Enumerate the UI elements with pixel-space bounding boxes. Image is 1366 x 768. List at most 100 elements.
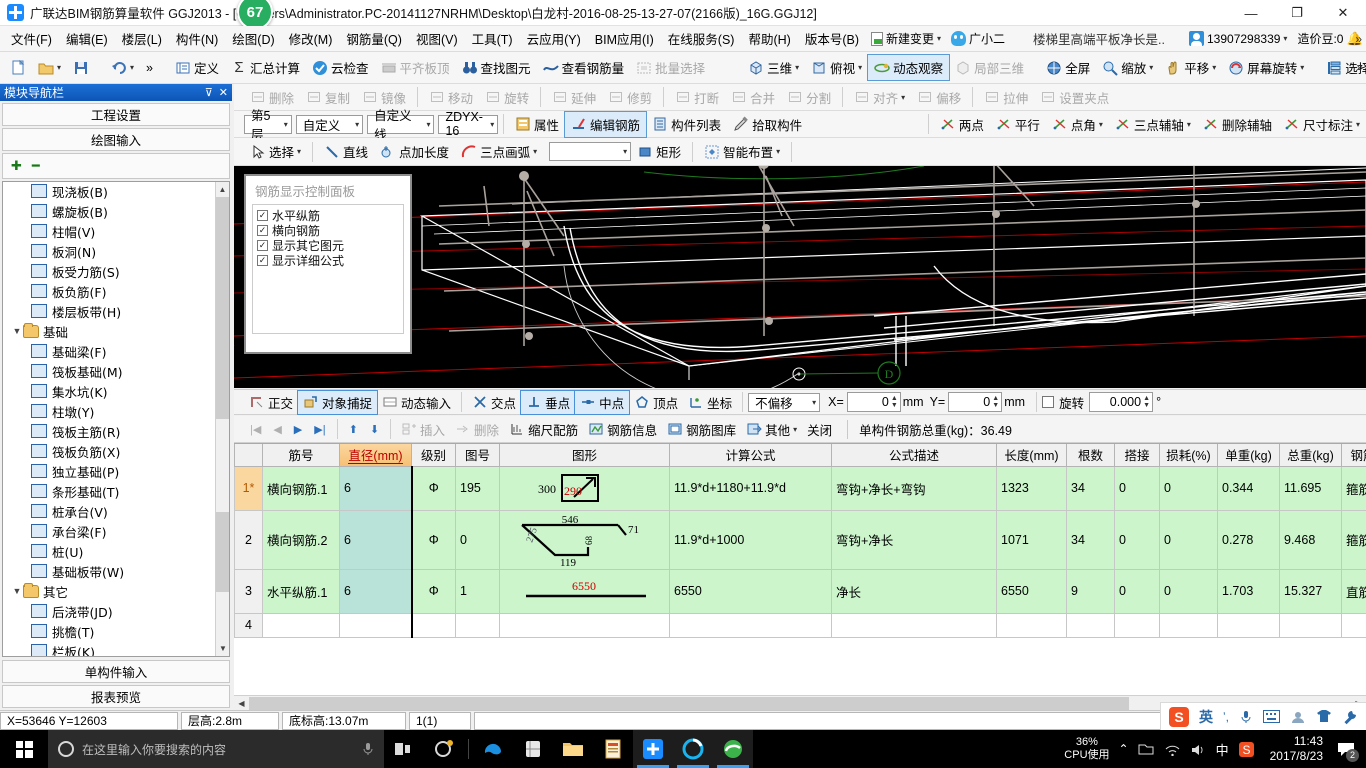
checkbox-icon[interactable]: ✓ <box>257 225 268 236</box>
dynamic-input-toggle[interactable]: 动态输入 <box>377 391 456 414</box>
spinner-up-icon[interactable]: ▲ <box>891 395 898 402</box>
dynamic-orbit-button[interactable]: 动态观察 <box>867 54 951 81</box>
menu-tools[interactable]: 工具(T) <box>465 25 520 52</box>
cell-rebar-name[interactable]: 水平纵筋.1 <box>262 568 340 614</box>
fullscreen-button[interactable]: 全屏 <box>1040 55 1096 80</box>
pan-button[interactable]: 平移 ▾ <box>1159 55 1222 80</box>
menu-floor[interactable]: 楼层(L) <box>115 25 169 52</box>
define-button[interactable]: 定义 <box>169 55 225 80</box>
tree-item[interactable]: 承台梁(F) <box>3 521 215 541</box>
column-header-2[interactable]: 直径(mm) <box>339 444 412 467</box>
cell-unit-weight[interactable]: 0.278 <box>1217 509 1280 570</box>
cell-lap[interactable]: 0 <box>1114 568 1160 614</box>
menu-modify[interactable]: 修改(M) <box>282 25 340 52</box>
sogou-tray-icon[interactable]: S <box>1238 741 1255 758</box>
cell-formula[interactable]: 6550 <box>669 568 832 614</box>
spinner-up-icon[interactable]: ▲ <box>1143 395 1150 402</box>
snap-perpendicular-toggle[interactable]: 垂点 <box>520 389 577 415</box>
edit-rebar-button[interactable]: 编辑钢筋 <box>564 110 648 138</box>
cell-formula[interactable] <box>669 612 832 638</box>
last-record-button[interactable]: ▶| <box>308 421 331 438</box>
start-button[interactable] <box>0 730 48 768</box>
cell-loss[interactable]: 0 <box>1159 509 1218 570</box>
open-file-button[interactable]: ▾ <box>32 57 67 79</box>
keyboard-icon[interactable] <box>1263 710 1280 723</box>
column-header-10[interactable]: 搭接 <box>1114 444 1160 467</box>
cell-unit-weight[interactable] <box>1217 612 1280 638</box>
pin-icon[interactable]: ⊽ <box>205 86 213 99</box>
cell-count[interactable]: 34 <box>1066 465 1115 511</box>
3d-viewport[interactable]: D 钢筋显示控制面板 ✓ 水平纵筋 ✓ 横向钢筋 ✓ 显示其它图元 ✓ 显示详细公式 <box>234 166 1366 388</box>
tree-item[interactable]: 板受力筋(S) <box>3 261 215 281</box>
offset-mode-combo[interactable]: 不偏移 ▾ <box>748 392 821 412</box>
promo-banner[interactable]: 楼梯里高端平板净长是.. <box>1024 27 1174 50</box>
ie-app-icon[interactable] <box>713 730 753 768</box>
menu-member[interactable]: 构件(N) <box>169 25 225 52</box>
checkbox-icon[interactable]: ✓ <box>257 255 268 266</box>
cell-loss[interactable] <box>1159 612 1218 638</box>
spinner-down-icon[interactable]: ▼ <box>992 402 999 409</box>
offset-button[interactable]: 偏移 <box>911 85 967 110</box>
cell-unit-weight[interactable]: 0.344 <box>1217 465 1280 511</box>
rebar-table-container[interactable]: 筋号 直径(mm) 级别 图号 图形 计算公式 公式描述 长度(mm) 根数 搭接 损耗(%) 单重(… <box>234 443 1366 710</box>
copy-button[interactable]: 复制 <box>300 85 356 110</box>
cell-count[interactable] <box>1066 612 1115 638</box>
move-up-button[interactable]: ⬆ <box>343 421 364 438</box>
scrollbar-thumb[interactable] <box>249 696 1129 710</box>
cell-diameter[interactable]: 6 <box>339 509 413 570</box>
tree-item[interactable]: 基础梁(F) <box>3 341 215 361</box>
tree-item[interactable]: 条形基础(T) <box>3 481 215 501</box>
menu-draw[interactable]: 绘图(D) <box>225 25 281 52</box>
find-element-button[interactable]: 查找图元 <box>456 55 537 80</box>
batch-select-button[interactable]: 批量选择 <box>630 55 711 80</box>
close-button[interactable]: ✕ <box>1320 0 1366 26</box>
cell-category[interactable]: 箍筋 <box>1341 509 1366 570</box>
cell-total-weight[interactable]: 15.327 <box>1279 568 1342 614</box>
menu-overflow-button[interactable]: » <box>1355 32 1362 46</box>
toolbar-grip[interactable] <box>236 421 244 437</box>
toolbar-grip[interactable] <box>238 89 244 105</box>
tray-expand-icon[interactable]: ⌃ <box>1119 742 1129 756</box>
sogou-icon[interactable]: S <box>1169 706 1189 727</box>
tree-item[interactable]: 筏板主筋(R) <box>3 421 215 441</box>
view-rebar-qty-button[interactable]: 查看钢筋量 <box>537 55 631 80</box>
chevron-down-icon[interactable]: ▼ <box>11 326 23 336</box>
snap-intersection-toggle[interactable]: 交点 <box>467 391 521 414</box>
pdf-app-icon[interactable] <box>593 730 633 768</box>
pick-member-button[interactable]: 拾取构件 <box>727 112 808 137</box>
scrollbar-thumb[interactable] <box>216 197 229 419</box>
taskview-icon[interactable] <box>384 730 424 768</box>
properties-button[interactable]: 属性 <box>509 112 565 137</box>
tree-item[interactable]: 板洞(N) <box>3 241 215 261</box>
cell-figure-no[interactable]: 0 <box>455 509 500 570</box>
member-selector[interactable]: ZDYX-16 ▾ <box>438 110 499 138</box>
table-row[interactable]: 2 横向钢筋.2 6 Φ 0 546 71 275 68 119 11.9*d+1000 弯钩+净长 1… <box>234 509 1366 570</box>
tree-scrollbar[interactable]: ▲ ▼ <box>215 182 229 656</box>
snap-vertex-toggle[interactable]: 顶点 <box>629 391 683 414</box>
component-tree[interactable]: 现浇板(B) 螺旋板(B) 柱帽(V) 板洞(N) 板受力筋(S) 板负筋(F) 楼层板带(… <box>2 181 230 657</box>
cell-grade[interactable]: Φ <box>411 509 456 570</box>
spinner-up-icon[interactable]: ▲ <box>992 395 999 402</box>
cell-rebar-name[interactable]: 横向钢筋.1 <box>262 465 340 511</box>
column-header-11[interactable]: 损耗(%) <box>1159 444 1218 467</box>
column-header-5[interactable]: 图形 <box>499 444 670 467</box>
snap-midpoint-toggle[interactable]: 中点 <box>574 389 631 415</box>
cell-description[interactable]: 净长 <box>831 568 997 614</box>
rebar-display-control-panel[interactable]: 钢筋显示控制面板 ✓ 水平纵筋 ✓ 横向钢筋 ✓ 显示其它图元 ✓ 显示详细公式 <box>244 174 412 354</box>
zoom-button[interactable]: 缩放 ▾ <box>1096 55 1159 80</box>
column-header-12[interactable]: 单重(kg) <box>1217 444 1280 467</box>
table-row[interactable]: 3水平纵筋.16Φ165506550净长65509001.70315.327直筋 <box>234 568 1366 614</box>
delete-row-button[interactable]: 删除 <box>450 418 504 441</box>
tree-item[interactable]: 板负筋(F) <box>3 281 215 301</box>
taskbar-clock[interactable]: 11:43 2017/8/23 <box>1264 734 1323 764</box>
menu-edit[interactable]: 编辑(E) <box>59 25 115 52</box>
tab-single-member-input[interactable]: 单构件输入 <box>2 660 230 683</box>
three-point-axis-button[interactable]: 三点辅轴 ▾ <box>1109 112 1197 137</box>
cell-shape[interactable]: 6550 <box>499 568 670 614</box>
tree-item[interactable]: 后浇带(JD) <box>3 601 215 621</box>
tree-item[interactable]: 楼层板带(H) <box>3 301 215 321</box>
tree-item[interactable]: 挑檐(T) <box>3 621 215 641</box>
snap-coordinate-toggle[interactable]: 坐标 <box>683 391 737 414</box>
parallel-button[interactable]: 平行 <box>990 112 1046 137</box>
scrollbar-thumb-lower[interactable] <box>216 512 229 592</box>
